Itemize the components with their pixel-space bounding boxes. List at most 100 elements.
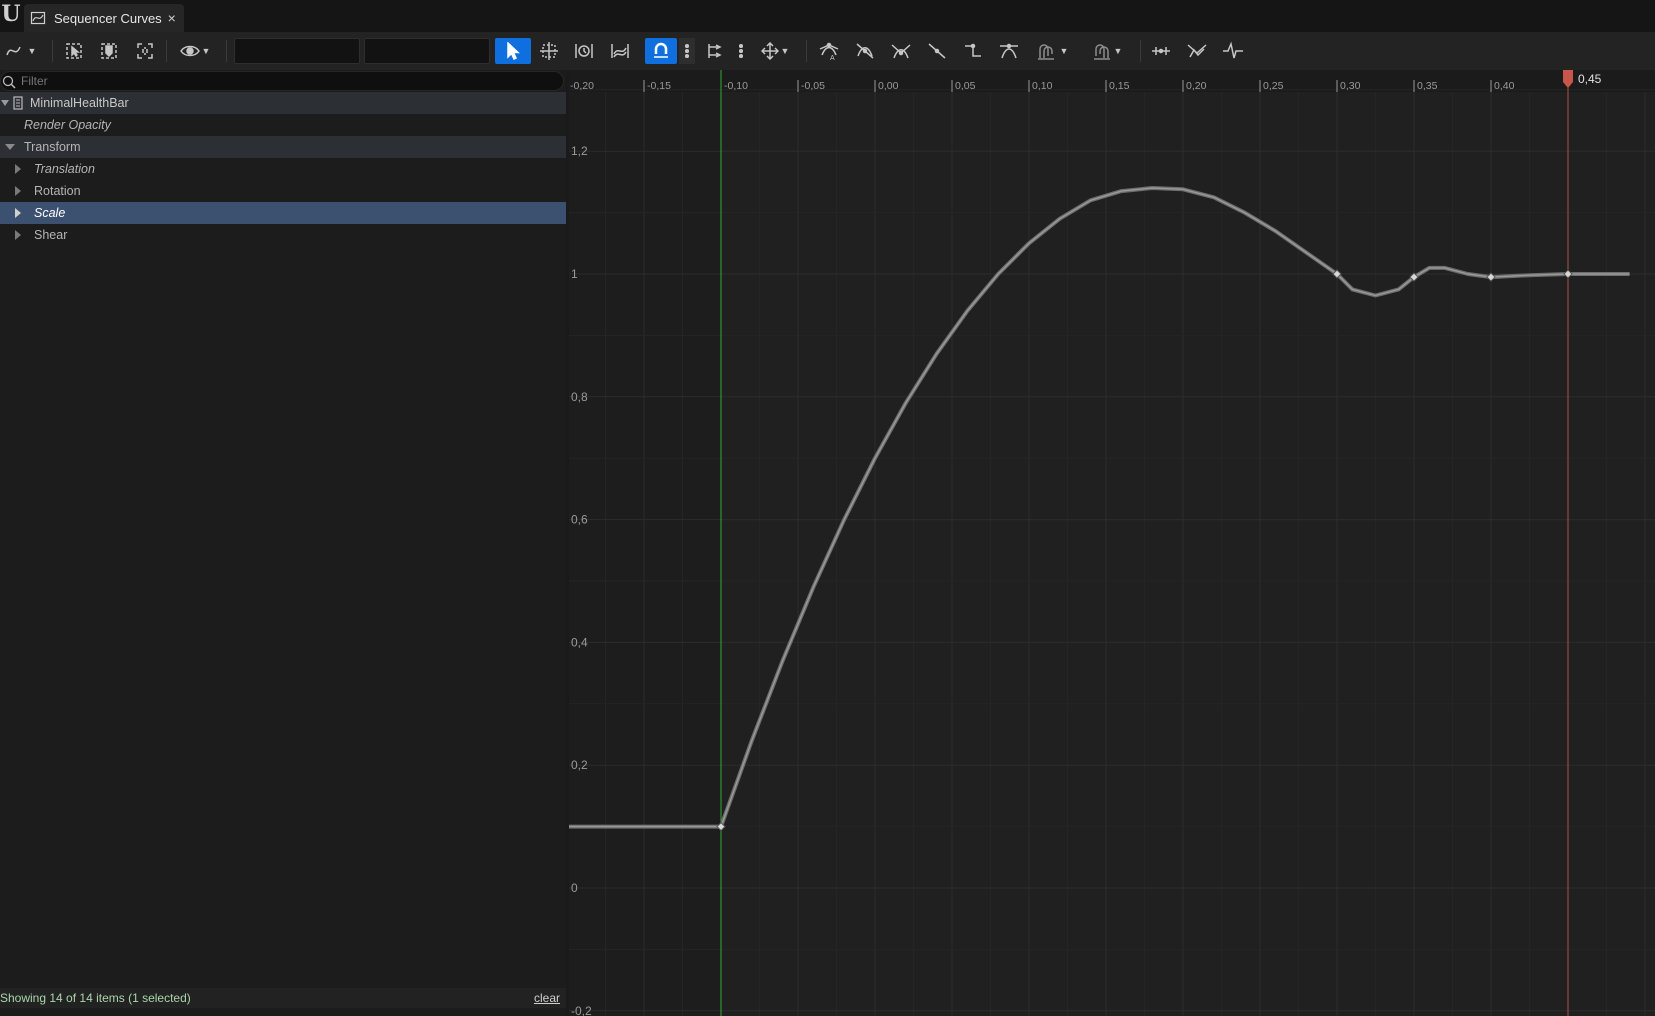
snap-options-button[interactable] bbox=[679, 38, 695, 64]
constant-tangent-icon bbox=[965, 43, 981, 57]
unreal-logo-icon: U bbox=[1, 1, 21, 27]
value-tick-label: 1,2 bbox=[571, 144, 588, 158]
collapsed-arrow-icon[interactable] bbox=[15, 186, 21, 196]
flatten-tangent-icon bbox=[1000, 43, 1018, 59]
widget-icon bbox=[13, 96, 23, 110]
transform-tool-button[interactable] bbox=[536, 38, 562, 64]
tab-sequencer-curves[interactable]: Sequencer Curves × bbox=[24, 4, 184, 32]
straighten-tangent-icon bbox=[1152, 47, 1170, 55]
post-infinity-dropdown[interactable]: ▼ bbox=[1084, 38, 1128, 64]
value-input[interactable] bbox=[364, 38, 490, 64]
retime-tool-button[interactable] bbox=[571, 38, 597, 64]
break-tangent-icon bbox=[891, 44, 911, 59]
multi-scale-tool-button[interactable] bbox=[607, 38, 633, 64]
tree-item-scale[interactable]: Scale bbox=[0, 202, 566, 224]
tangent-align-button[interactable] bbox=[704, 38, 728, 64]
curve-graph-svg[interactable]: -0,20 -0,15 -0,10 -0,05 0,00 0,05 0,10 0,15 0,20… bbox=[569, 70, 1655, 1016]
tree-item-label: Rotation bbox=[34, 184, 81, 198]
frame-selection-icon bbox=[137, 43, 153, 59]
visibility-eye-icon bbox=[179, 45, 200, 57]
expand-arrow-icon[interactable] bbox=[5, 144, 15, 150]
tree-item-label: Transform bbox=[24, 140, 81, 154]
value-tick-label: 0 bbox=[571, 881, 578, 895]
break-tangent-button[interactable] bbox=[888, 38, 914, 64]
constant-tangent-button[interactable] bbox=[960, 38, 986, 64]
collapsed-arrow-icon[interactable] bbox=[15, 230, 21, 240]
auto-tangent-icon: A bbox=[819, 42, 839, 61]
user-tangent-icon bbox=[856, 43, 874, 59]
time-tick-label: 0,30 bbox=[1340, 80, 1361, 92]
bake-curve-button[interactable] bbox=[1184, 38, 1210, 64]
toolbar-divider bbox=[1140, 40, 1141, 62]
tree-item-shear[interactable]: Shear bbox=[0, 224, 566, 246]
move-axis-dropdown[interactable]: ▼ bbox=[756, 38, 794, 64]
reduce-curve-icon bbox=[1223, 41, 1243, 59]
reduce-curve-button[interactable] bbox=[1220, 38, 1246, 64]
curve-view-mode-button[interactable]: ▼ bbox=[2, 38, 40, 64]
more-options-icon bbox=[739, 43, 743, 59]
time-tick-label: -0,20 bbox=[570, 80, 594, 92]
select-tool-icon bbox=[507, 42, 520, 60]
time-tick-label: -0,15 bbox=[647, 80, 671, 92]
toolbar-divider bbox=[166, 40, 167, 62]
time-tick-label: -0,10 bbox=[724, 80, 748, 92]
pre-range-shade bbox=[569, 92, 721, 1016]
multi-scale-tool-icon bbox=[611, 44, 629, 58]
frame-selection-button[interactable] bbox=[133, 38, 157, 64]
chevron-down-icon: ▼ bbox=[1113, 46, 1123, 56]
filter-box[interactable] bbox=[0, 71, 564, 91]
visibility-dropdown[interactable]: ▼ bbox=[176, 38, 214, 64]
flatten-tangent-button[interactable] bbox=[996, 38, 1022, 64]
pre-infinity-icon bbox=[1037, 44, 1054, 60]
chevron-down-icon: ▼ bbox=[201, 46, 211, 56]
value-tick-label: 0,4 bbox=[571, 635, 588, 649]
search-input[interactable] bbox=[19, 73, 523, 89]
time-input[interactable] bbox=[234, 38, 360, 64]
time-tick-label: 0,20 bbox=[1186, 80, 1207, 92]
chevron-down-icon: ▼ bbox=[27, 46, 37, 56]
tree-item-label: Shear bbox=[34, 228, 68, 242]
auto-tangent-button[interactable]: A bbox=[816, 38, 842, 64]
select-key-button[interactable] bbox=[97, 38, 121, 64]
playhead-handle bbox=[1563, 70, 1573, 88]
close-icon[interactable]: × bbox=[168, 10, 176, 26]
tree-item-rotation[interactable]: Rotation bbox=[0, 180, 566, 202]
pre-infinity-dropdown[interactable]: ▼ bbox=[1030, 38, 1074, 64]
time-tick-label: 0,40 bbox=[1494, 80, 1515, 92]
time-tick-label: 0,15 bbox=[1109, 80, 1130, 92]
post-infinity-icon bbox=[1093, 44, 1110, 60]
tree-item-label: Render Opacity bbox=[24, 118, 111, 132]
status-bar: Showing 14 of 14 items (1 selected) clea… bbox=[0, 988, 566, 1008]
tree-item-minimalhealthbar[interactable]: MinimalHealthBar bbox=[0, 92, 566, 114]
linear-tangent-icon bbox=[928, 43, 946, 59]
time-tick-label: 0,00 bbox=[878, 80, 899, 92]
tangent-options-button[interactable] bbox=[734, 38, 748, 64]
curve-editor-graph[interactable]: -0,20 -0,15 -0,10 -0,05 0,00 0,05 0,10 0,15 0,20… bbox=[569, 70, 1655, 1016]
snap-button[interactable] bbox=[645, 38, 677, 64]
user-tangent-button[interactable] bbox=[852, 38, 878, 64]
select-tool-button[interactable] bbox=[495, 38, 531, 64]
tree-item-translation[interactable]: Translation bbox=[0, 158, 566, 180]
retime-tool-icon bbox=[575, 44, 593, 58]
collapsed-arrow-icon[interactable] bbox=[15, 208, 21, 218]
tree-item-render-opacity[interactable]: Render Opacity bbox=[0, 114, 566, 136]
linear-tangent-button[interactable] bbox=[924, 38, 950, 64]
straighten-tangent-button[interactable] bbox=[1148, 38, 1174, 64]
toolbar-divider bbox=[226, 40, 227, 62]
curve-view-mode-icon bbox=[5, 46, 21, 56]
tree-item-transform[interactable]: Transform bbox=[0, 136, 566, 158]
select-all-keys-button[interactable] bbox=[62, 38, 86, 64]
tab-label: Sequencer Curves bbox=[54, 10, 162, 26]
curve-editor-icon bbox=[30, 11, 46, 25]
collapsed-arrow-icon[interactable] bbox=[15, 164, 21, 174]
curve-keyframe[interactable] bbox=[1563, 269, 1573, 279]
transform-tool-icon bbox=[540, 42, 558, 60]
clear-selection-link[interactable]: clear bbox=[534, 991, 560, 1005]
time-tick-label: 0,25 bbox=[1263, 80, 1284, 92]
tree-item-label: MinimalHealthBar bbox=[30, 96, 129, 110]
chevron-down-icon: ▼ bbox=[780, 46, 790, 56]
search-icon bbox=[2, 75, 16, 89]
tree-item-label: Scale bbox=[34, 206, 66, 220]
curve-outliner-panel: MinimalHealthBar Render Opacity Transfor… bbox=[0, 70, 566, 1016]
expand-arrow-icon[interactable] bbox=[1, 100, 9, 106]
